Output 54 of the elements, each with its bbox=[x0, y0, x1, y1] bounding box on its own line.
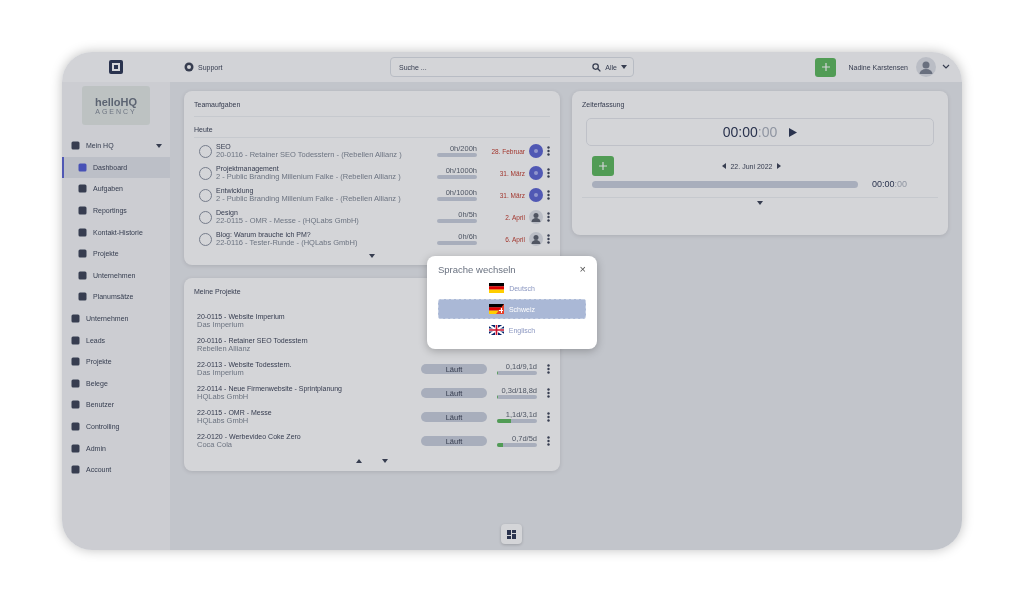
flag-icon bbox=[488, 304, 504, 314]
more-icon[interactable] bbox=[547, 168, 550, 178]
close-button[interactable]: × bbox=[579, 264, 586, 275]
avatar-icon bbox=[529, 144, 543, 158]
square-icon bbox=[71, 378, 80, 388]
square-icon bbox=[78, 184, 87, 194]
caret-right-icon[interactable] bbox=[776, 163, 781, 169]
caret-down-icon[interactable] bbox=[757, 201, 763, 205]
avatar-icon[interactable] bbox=[916, 57, 936, 77]
avatar-icon bbox=[529, 166, 543, 180]
more-icon[interactable] bbox=[547, 190, 550, 200]
square-icon bbox=[71, 443, 80, 453]
play-icon[interactable] bbox=[789, 127, 798, 137]
avatar-icon bbox=[529, 232, 543, 246]
square-icon bbox=[71, 357, 80, 367]
chevron-down-icon[interactable] bbox=[942, 64, 950, 70]
caret-up-icon[interactable] bbox=[356, 459, 362, 463]
square-icon bbox=[78, 227, 87, 237]
square-icon bbox=[78, 270, 87, 280]
square-icon bbox=[71, 335, 80, 345]
square-icon bbox=[78, 206, 87, 216]
square-icon bbox=[78, 162, 87, 172]
caret-left-icon[interactable] bbox=[722, 163, 727, 169]
square-icon bbox=[78, 249, 87, 259]
total-time: 00:00:00 bbox=[872, 179, 908, 189]
square-icon bbox=[78, 292, 87, 302]
caret-down-icon[interactable] bbox=[382, 459, 388, 463]
caret-down-icon[interactable] bbox=[369, 254, 375, 258]
caret-down-icon[interactable] bbox=[156, 142, 162, 149]
square-icon bbox=[71, 141, 80, 151]
grid-icon bbox=[507, 529, 516, 539]
more-icon[interactable] bbox=[547, 212, 550, 222]
avatar-icon bbox=[529, 210, 543, 224]
avatar-icon bbox=[529, 188, 543, 202]
timer-display: 00:00:00 bbox=[722, 124, 778, 140]
dialog-title: Sprache wechseln bbox=[438, 264, 516, 275]
square-icon bbox=[71, 400, 80, 410]
more-icon[interactable] bbox=[547, 412, 550, 422]
more-icon[interactable] bbox=[547, 436, 550, 446]
caret-down-icon[interactable] bbox=[621, 65, 627, 69]
logo-icon[interactable] bbox=[109, 60, 123, 74]
more-icon[interactable] bbox=[547, 388, 550, 398]
dashboard-layout-button[interactable] bbox=[501, 524, 522, 544]
more-icon[interactable] bbox=[547, 234, 550, 244]
plus-icon bbox=[599, 162, 607, 170]
square-icon bbox=[71, 314, 80, 324]
square-icon bbox=[71, 465, 80, 475]
german-flag-icon bbox=[489, 283, 505, 293]
more-icon[interactable] bbox=[547, 146, 550, 156]
more-icon[interactable] bbox=[547, 364, 550, 374]
british-flag-icon bbox=[488, 325, 504, 335]
search-icon bbox=[592, 62, 602, 72]
square-icon bbox=[71, 422, 80, 431]
plus-icon bbox=[821, 63, 830, 71]
